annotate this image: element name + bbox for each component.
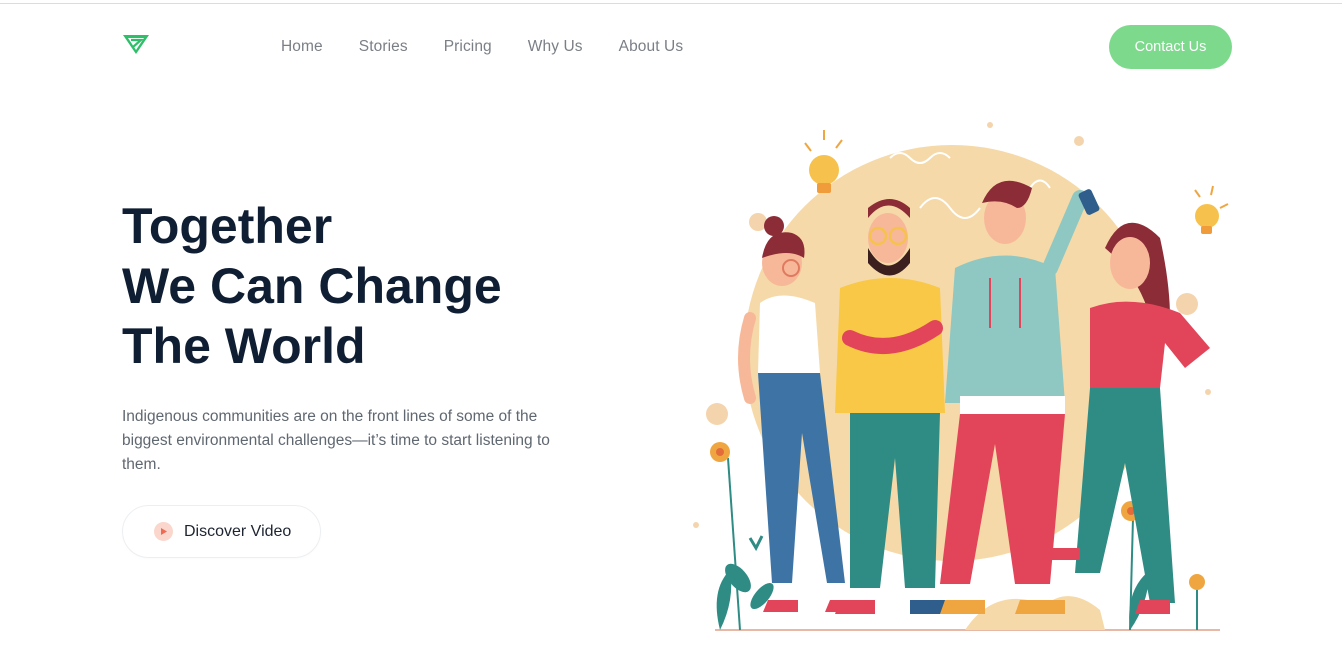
hero-title-line-3: The World — [122, 318, 366, 374]
hero-description: Indigenous communities are on the front … — [122, 408, 550, 473]
logo-icon[interactable] — [122, 33, 150, 55]
nav-about-us[interactable]: About Us — [619, 38, 684, 56]
nav-why-us[interactable]: Why Us — [528, 38, 583, 56]
play-icon — [154, 522, 173, 541]
nav-home[interactable]: Home — [281, 38, 323, 56]
hero-title: Together We Can Change The World — [122, 196, 502, 376]
main-nav: Home Stories Pricing Why Us About Us — [281, 38, 719, 56]
nav-stories[interactable]: Stories — [359, 38, 408, 56]
nav-pricing[interactable]: Pricing — [444, 38, 492, 56]
hero-title-line-2: We Can Change — [122, 258, 502, 314]
contact-us-button[interactable]: Contact Us — [1109, 25, 1232, 69]
discover-video-label: Discover Video — [184, 522, 292, 540]
hero-title-line-1: Together — [122, 198, 333, 254]
top-border — [0, 3, 1342, 4]
discover-video-button[interactable]: Discover Video — [122, 505, 321, 558]
hero-illustration — [690, 118, 1235, 633]
